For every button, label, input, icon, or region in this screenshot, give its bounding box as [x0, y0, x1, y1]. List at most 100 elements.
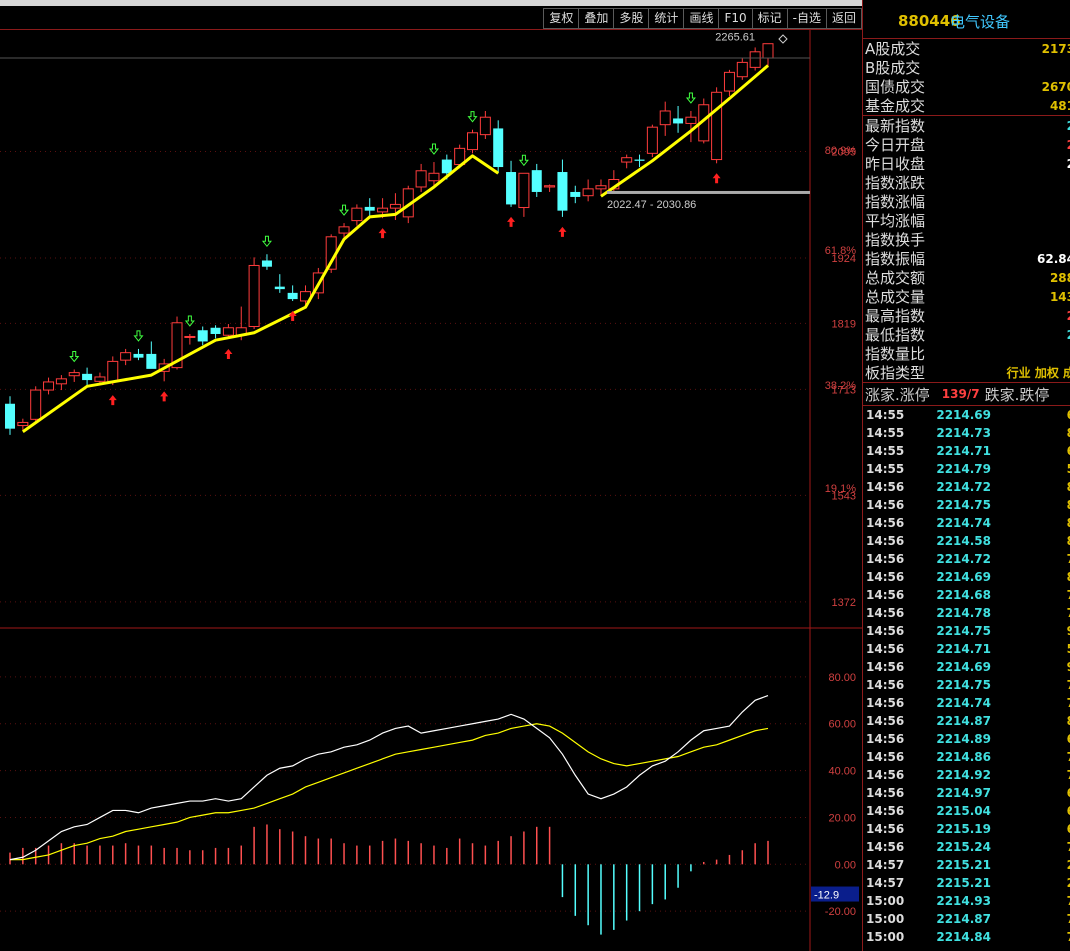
tick-time: 14:56: [866, 660, 905, 674]
macd-axis-label: 0.00: [835, 859, 856, 871]
tick-price: 2214.79: [936, 462, 991, 476]
stat-row: 指数换手: [863, 230, 1070, 249]
tick-time: 14:55: [866, 444, 905, 458]
candle-body: [107, 360, 119, 382]
diamond-marker: [778, 34, 788, 44]
toolbar-button-6[interactable]: 标记: [751, 8, 788, 29]
tick-time: 15:00: [866, 912, 905, 926]
toolbar-button-8[interactable]: 返回: [825, 8, 862, 29]
tick-row: 14:56 2214.757: [863, 676, 1070, 694]
tick-price: 2214.84: [936, 930, 991, 944]
tick-volume: 7: [991, 696, 1070, 710]
tick-time: 14:56: [866, 678, 905, 692]
tick-row: 14:56 2214.748: [863, 514, 1070, 532]
toolbar-button-0[interactable]: 复权: [543, 8, 580, 29]
tick-list[interactable]: 14:552214.69614:552214.73814:552214.7161…: [863, 406, 1070, 946]
stat-value: 288: [1049, 270, 1070, 285]
toolbar-button-3[interactable]: 统计: [648, 8, 685, 29]
stat-value: 62.84: [1037, 251, 1070, 266]
stat-label: 指数涨幅: [865, 193, 926, 211]
tick-price: 2214.92: [936, 768, 991, 782]
support-band: [607, 190, 810, 194]
tick-time: 14:56: [866, 804, 905, 818]
candle-body: [493, 128, 504, 168]
tick-price: 2215.21: [936, 876, 991, 890]
tick-row: 14:56 2214.699: [863, 658, 1070, 676]
tick-volume: 8: [991, 714, 1070, 728]
candle-body: [261, 260, 272, 267]
tick-volume: 7: [991, 588, 1070, 602]
toolbar-button-7[interactable]: -自选: [786, 8, 827, 29]
tick-price: 2214.72: [936, 552, 991, 566]
candle-body: [351, 207, 363, 222]
candle-body: [673, 118, 684, 124]
stat-row: B股成交: [863, 58, 1070, 77]
stat-label: A股成交: [865, 40, 921, 58]
trend-curve: [21, 154, 500, 434]
toolbar-button-4[interactable]: 画线: [683, 8, 720, 29]
tick-time: 14:56: [866, 534, 905, 548]
tick-row: 14:57 2215.212: [863, 856, 1070, 874]
index-name: 电气设备: [950, 13, 1011, 31]
candle-body: [506, 172, 517, 205]
tick-row: 14:56 2214.896: [863, 730, 1070, 748]
stat-value: 2: [1067, 328, 1070, 342]
price-axis-label: 1372: [832, 597, 856, 609]
tick-volume: 7: [991, 750, 1070, 764]
buy-arrow-icon: [160, 391, 169, 402]
tick-time: 15:00: [866, 930, 905, 944]
candle-body: [55, 378, 67, 385]
tick-time: 15:00: [866, 894, 905, 908]
stat-value: 2670: [1041, 79, 1070, 94]
tick-row: 14:56 2215.196: [863, 820, 1070, 838]
stat-label: 最高指数: [865, 307, 926, 325]
candle-body: [133, 353, 144, 358]
tick-time: 14:56: [866, 768, 905, 782]
stat-value: 2173: [1041, 41, 1070, 56]
tick-price: 2214.71: [936, 642, 991, 656]
stat-label: 指数振幅: [865, 250, 926, 268]
toolbar-button-1[interactable]: 叠加: [578, 8, 615, 29]
toolbar-button-5[interactable]: F10: [718, 8, 753, 29]
stat-row: 昨日收盘 2: [863, 154, 1070, 173]
tick-volume: 8: [991, 516, 1070, 530]
range-annotation: 2022.47 - 2030.86: [607, 199, 696, 211]
tick-price: 2214.68: [936, 588, 991, 602]
tick-row: 14:56 2215.046: [863, 802, 1070, 820]
macd-fast-line: [9, 695, 769, 861]
tick-time: 14:56: [866, 714, 905, 728]
tick-row: 14:56 2215.247: [863, 838, 1070, 856]
tick-row: 14:56 2214.758: [863, 496, 1070, 514]
tick-row: 14:56 2214.698: [863, 568, 1070, 586]
stat-row: 国债成交 2670: [863, 77, 1070, 96]
stat-value: 2: [1067, 309, 1070, 323]
stat-row: 总成交量 143: [863, 287, 1070, 306]
tick-row: 14:56 2214.588: [863, 532, 1070, 550]
tick-price: 2214.58: [936, 534, 991, 548]
max-price-annotation: 2265.61: [715, 32, 755, 44]
stat-label: 指数涨跌: [865, 174, 926, 192]
candle-body: [582, 188, 594, 197]
tick-row: 14:55 2214.716: [863, 442, 1070, 460]
tick-time: 14:56: [866, 732, 905, 746]
tick-row: 14:56 2214.715: [863, 640, 1070, 658]
menu-strip: [0, 0, 862, 6]
buy-arrow-icon: [224, 348, 233, 359]
tick-price: 2214.71: [936, 444, 991, 458]
toolbar-button-2[interactable]: 多股: [613, 8, 650, 29]
candle-body: [711, 91, 723, 161]
kline-chart[interactable]: 20951924181917131543137280.9%61.8%38.2%1…: [0, 30, 862, 951]
tick-row: 14:56 2214.878: [863, 712, 1070, 730]
tick-time: 14:57: [866, 876, 905, 890]
chart-area[interactable]: 2095 1924 1819 1713 1543 1372 80.9% 61.8% 38.2% 1…: [0, 30, 862, 951]
candle-body: [120, 352, 132, 361]
percent-axis-label: 61.8%: [825, 245, 856, 257]
tick-volume: 7: [991, 894, 1070, 908]
macd-slow-line: [10, 723, 769, 861]
tick-volume: 5: [991, 642, 1070, 656]
quote-header: 880446 电气设备: [863, 0, 1070, 39]
tick-volume: 7: [991, 840, 1070, 854]
tick-price: 2214.78: [936, 606, 991, 620]
stat-label: 指数换手: [865, 231, 926, 249]
candle-body: [274, 286, 285, 290]
